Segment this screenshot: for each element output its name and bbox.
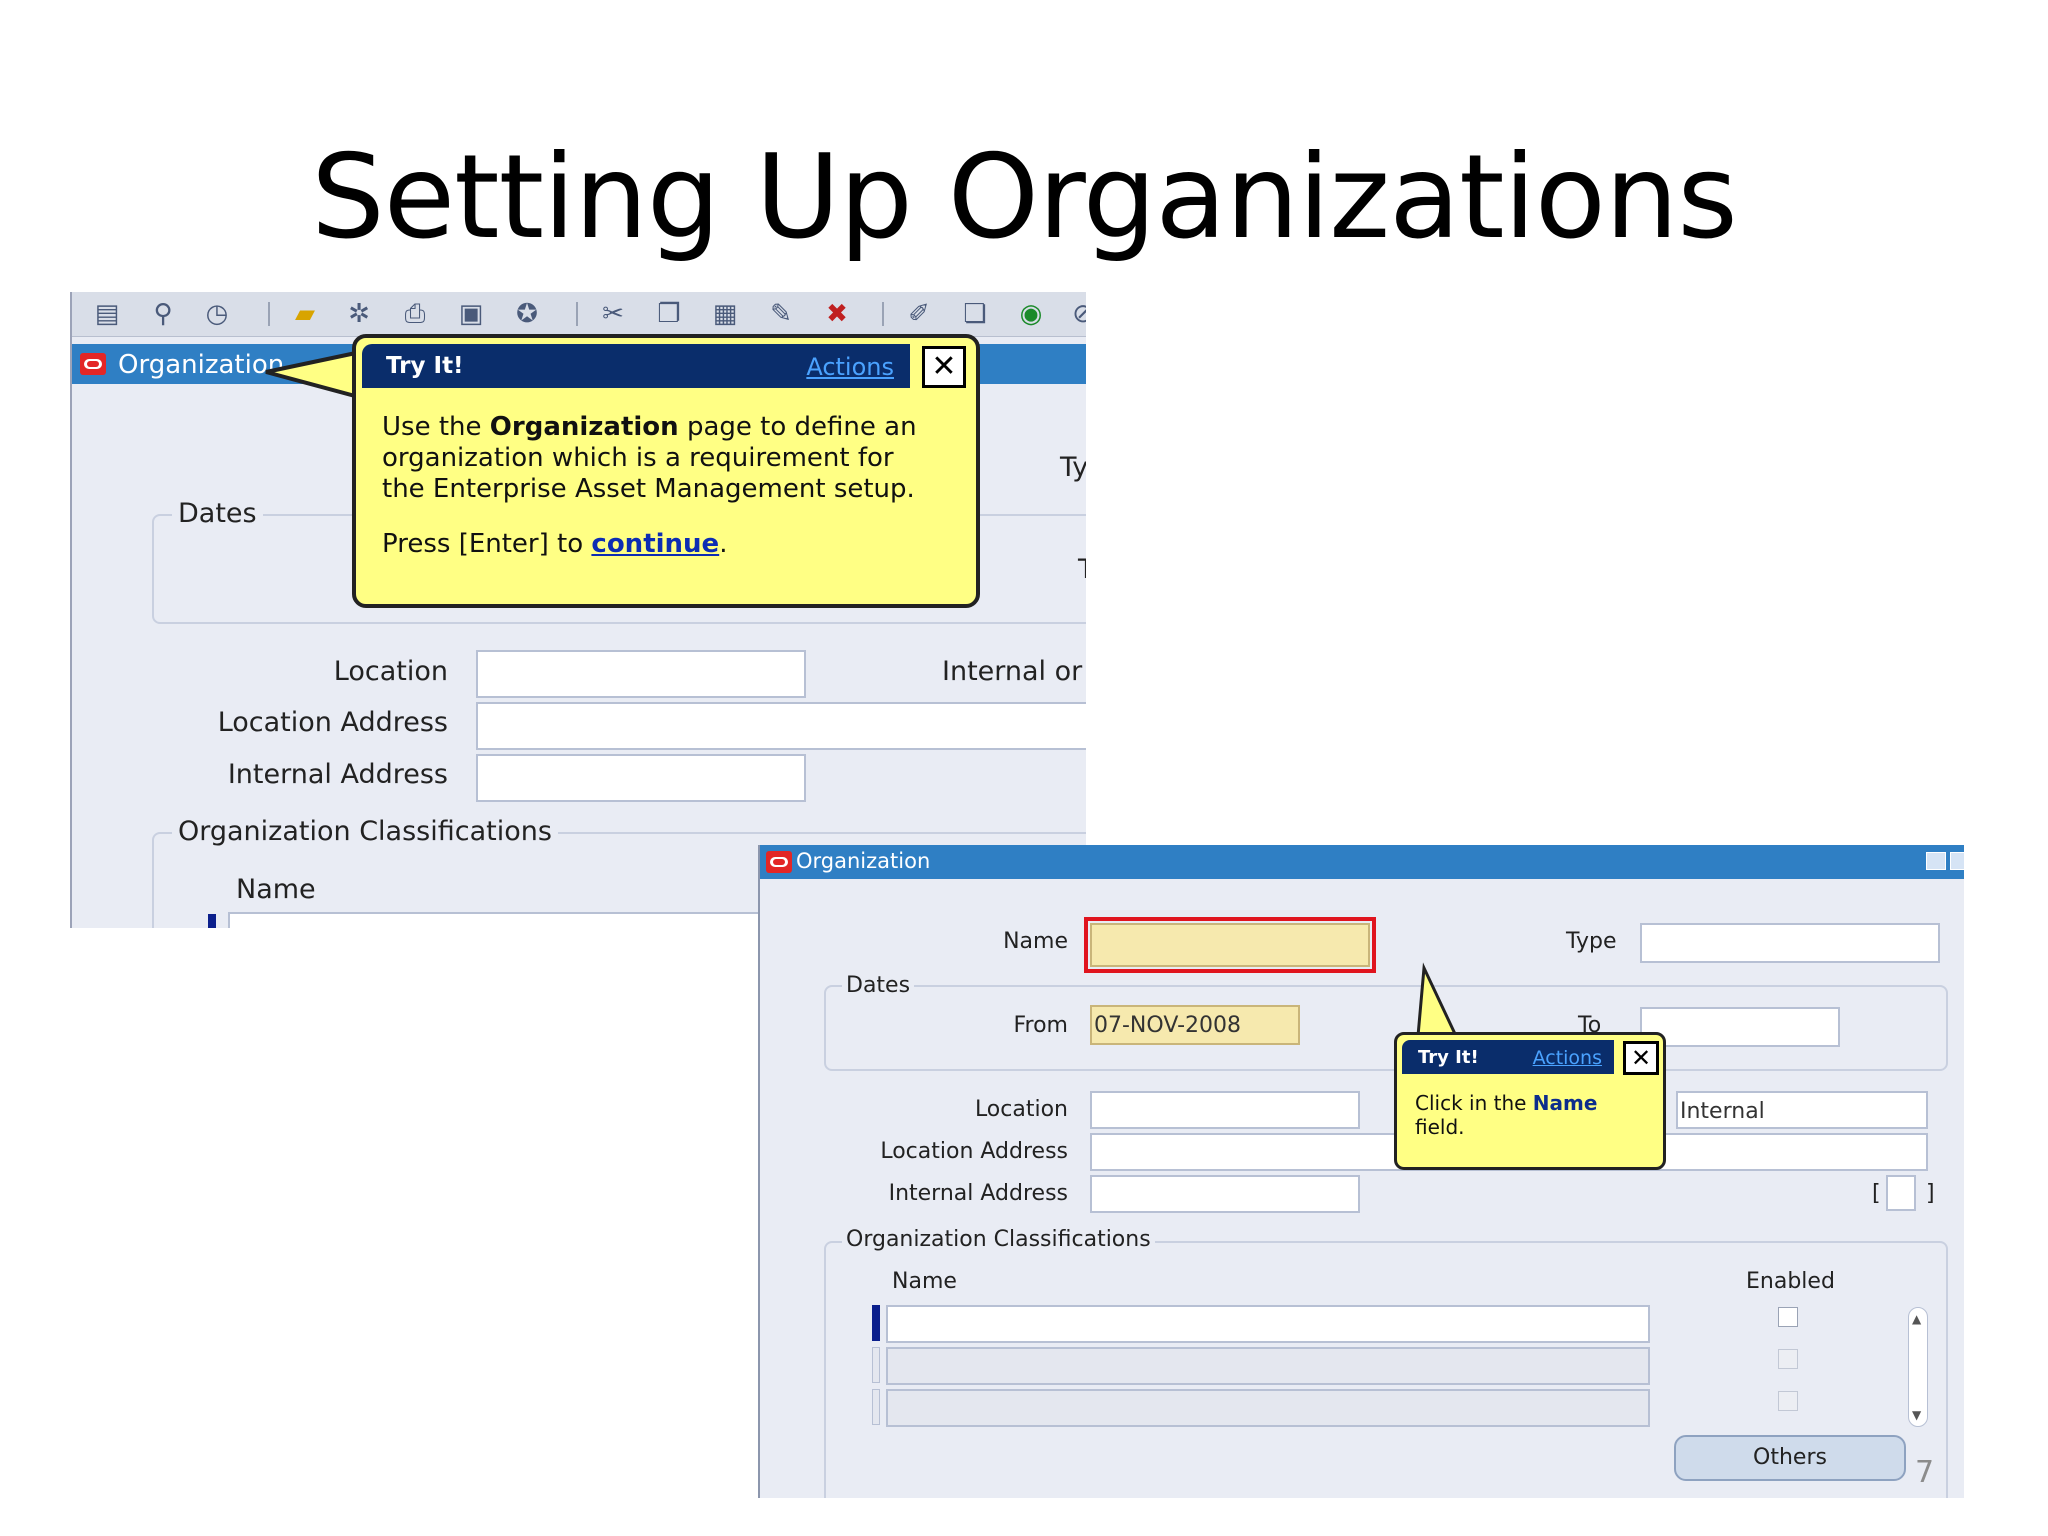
try-it-message: Click in the Name field. [1415, 1091, 1598, 1139]
descriptive-flexfield[interactable] [1886, 1175, 1916, 1211]
try-it-callout: Try It! Actions ✕ Use the Organization p… [352, 334, 980, 608]
bracket-close: ] [1926, 1181, 1935, 1206]
enabled-checkbox-3[interactable] [1778, 1391, 1798, 1411]
classification-name-label: Name [236, 874, 316, 905]
paste-icon[interactable]: ▦ [710, 300, 740, 328]
from-date-field[interactable]: 07-NOV-2008 [1090, 1005, 1300, 1045]
to-date-field[interactable] [1640, 1007, 1840, 1047]
internal-address-field[interactable] [476, 754, 806, 802]
classification-row-1[interactable] [886, 1305, 1650, 1343]
type-label: Ty [1060, 452, 1086, 483]
type-field[interactable] [1640, 923, 1940, 963]
type-label: Type [1566, 929, 1617, 954]
classifications-label: Organization Classifications [172, 816, 558, 847]
callout-pointer-2 [1416, 962, 1459, 1038]
enabled-checkbox-1[interactable] [1778, 1307, 1798, 1327]
others-button[interactable]: Others [1674, 1435, 1906, 1481]
row-marker-2 [872, 1347, 880, 1383]
close-form-icon[interactable]: ▣ [456, 300, 486, 328]
try-it-callout-2: Try It! Actions ✕ Click in the Name fiel… [1394, 1032, 1666, 1170]
try-it-header: Try It! Actions [362, 344, 910, 388]
location-address-label: Location Address [217, 707, 448, 738]
actions-link[interactable]: Actions [1533, 1047, 1602, 1069]
window-title: Organization [796, 849, 931, 873]
name-label: Name [1003, 929, 1068, 954]
location-label: Location [974, 1097, 1068, 1122]
save-icon[interactable]: ▰ [290, 300, 320, 328]
scroll-up-icon[interactable]: ▲ [1912, 1312, 1921, 1326]
new-record-icon[interactable]: ▤ [92, 300, 122, 328]
copy-icon[interactable]: ❐ [654, 300, 684, 328]
maximize-icon[interactable] [1950, 852, 1964, 870]
attachments-icon[interactable]: ✪ [512, 300, 542, 328]
current-row-marker [208, 914, 216, 928]
zoom-icon[interactable]: ❏ [960, 300, 990, 328]
try-it-message: Use the Organization page to define an o… [382, 412, 917, 559]
oracle-logo-icon [80, 353, 106, 375]
window-title: Organization [118, 350, 285, 380]
internal-address-label: Internal Address [227, 759, 448, 790]
bracket-open: [ [1872, 1181, 1881, 1206]
internal-external-field[interactable]: Internal [1676, 1091, 1928, 1129]
close-icon[interactable]: ✕ [922, 346, 966, 388]
classifications-label: Organization Classifications [842, 1227, 1155, 1252]
delete-record-icon[interactable]: ✖ [822, 300, 852, 328]
folder-tools-icon[interactable]: ⊘ [1068, 300, 1086, 328]
clear-record-icon[interactable]: ✎ [766, 300, 796, 328]
print-icon[interactable]: ⎙ [400, 300, 430, 328]
cut-icon[interactable]: ✂ [598, 300, 628, 328]
location-address-label: Location Address [880, 1139, 1068, 1164]
try-it-title: Try It! [1418, 1047, 1479, 1068]
edit-field-icon[interactable]: ✐ [904, 300, 934, 328]
organization-window: Organization Name Type Dates From 07-NOV… [758, 845, 1964, 1498]
next-step-icon[interactable]: ✲ [344, 300, 374, 328]
enabled-checkbox-2[interactable] [1778, 1349, 1798, 1369]
classification-name-label: Name [892, 1269, 957, 1294]
from-label: From [1013, 1013, 1068, 1038]
internal-address-field[interactable] [1090, 1175, 1360, 1213]
page-number: 7 [1915, 1455, 1935, 1490]
translations-icon[interactable]: ◉ [1016, 300, 1046, 328]
slide-title: Setting Up Organizations [311, 130, 1738, 265]
dates-label: Dates [172, 498, 263, 529]
dates-label: Dates [842, 973, 915, 998]
minimize-icon[interactable] [1926, 852, 1946, 870]
try-it-header: Try It! Actions [1402, 1040, 1614, 1074]
close-icon[interactable]: ✕ [1623, 1041, 1659, 1075]
classification-row-2[interactable] [886, 1347, 1650, 1385]
name-field[interactable] [1090, 923, 1370, 967]
location-field[interactable] [1090, 1091, 1360, 1129]
try-it-title: Try It! [386, 353, 464, 379]
window-titlebar[interactable]: Organization [760, 845, 1964, 879]
actions-link[interactable]: Actions [806, 353, 894, 381]
internal-address-label: Internal Address [888, 1181, 1068, 1206]
find-icon[interactable]: ⚲ [148, 300, 178, 328]
toolbar: ▤ ⚲ ◷ ▰ ✲ ⎙ ▣ ✪ ✂ ❐ ▦ ✎ ✖ ✐ ❏ ◉ ⊘ [72, 292, 1086, 337]
current-row-marker [872, 1305, 880, 1341]
location-address-field[interactable] [476, 702, 1086, 750]
enabled-label: Enabled [1746, 1269, 1835, 1294]
location-label: Location [333, 656, 448, 687]
location-field[interactable] [476, 650, 806, 698]
internal-external-label: Internal or E [942, 656, 1086, 687]
row-marker-3 [872, 1389, 880, 1425]
continue-link[interactable]: continue [591, 529, 719, 559]
navigator-icon[interactable]: ◷ [202, 300, 232, 328]
scroll-down-icon[interactable]: ▼ [1912, 1408, 1921, 1422]
classification-row-3[interactable] [886, 1389, 1650, 1427]
classifications-scrollbar[interactable]: ▲ ▼ [1908, 1307, 1928, 1427]
oracle-logo-icon [766, 851, 792, 873]
